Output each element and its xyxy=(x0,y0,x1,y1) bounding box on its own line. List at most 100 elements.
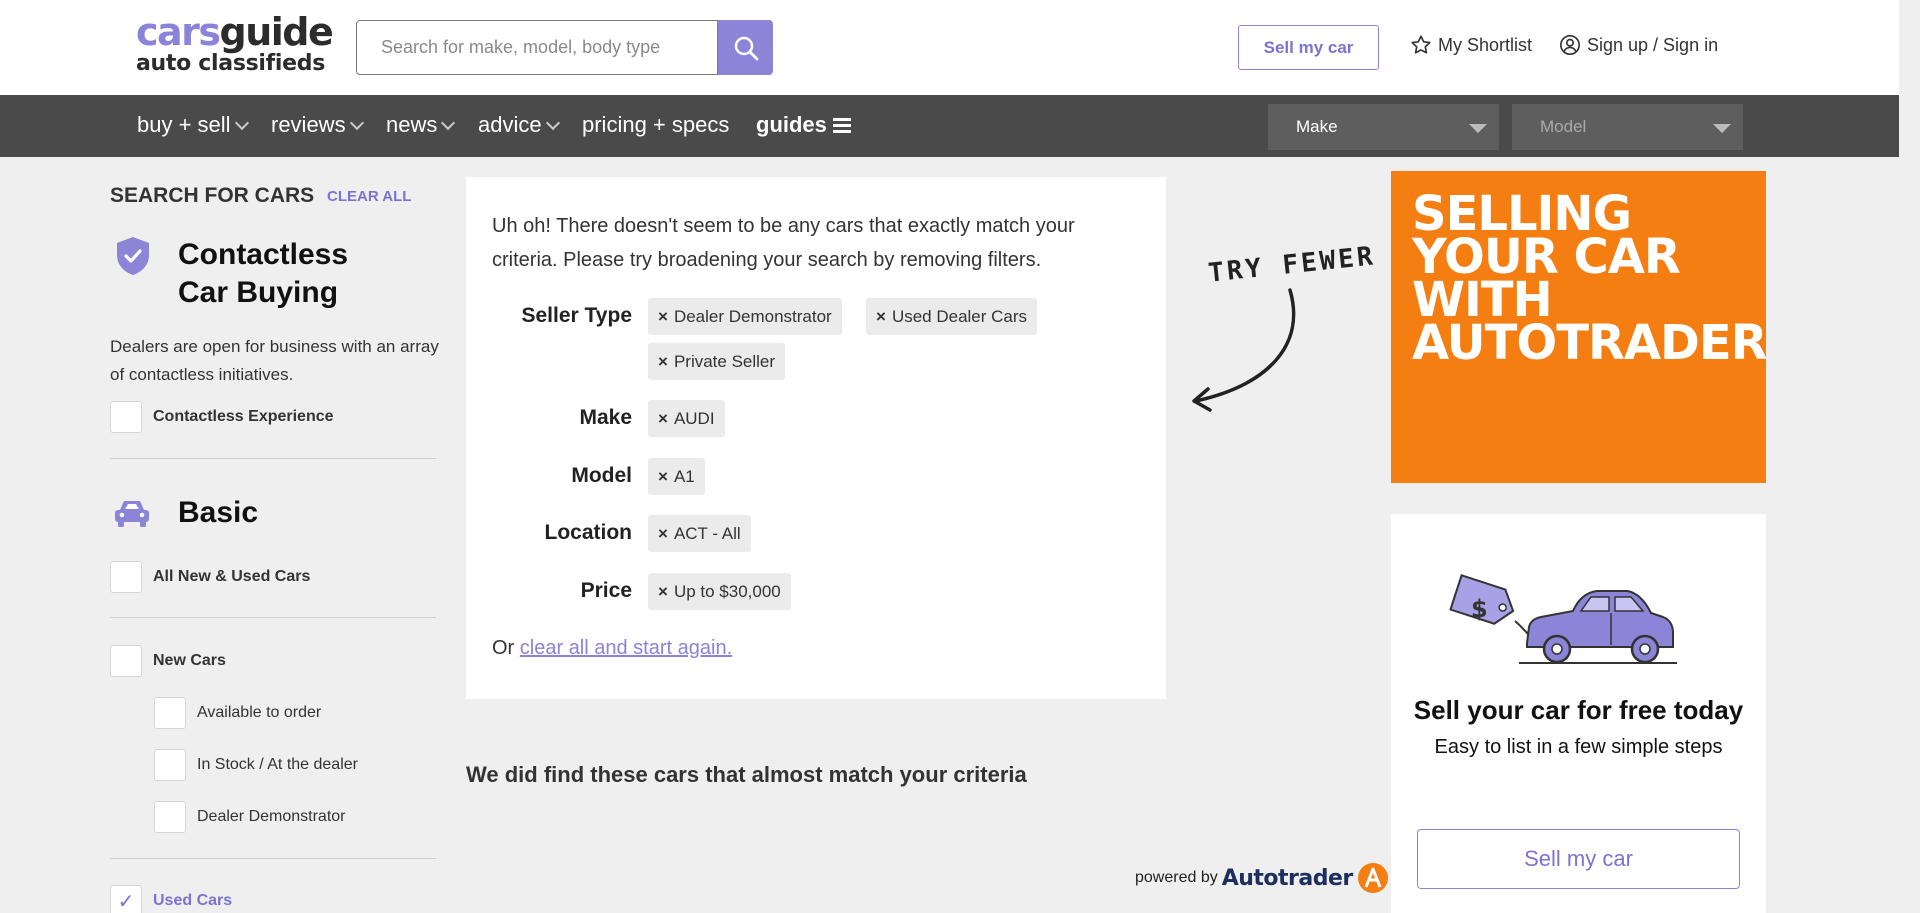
dealer-demonstrator-checkbox[interactable] xyxy=(154,801,186,833)
logo-cars-text: cars xyxy=(136,10,221,54)
checkmark-icon: ✓ xyxy=(117,890,135,913)
all-new-used-label: All New & Used Cars xyxy=(153,568,311,585)
clear-all-link[interactable]: CLEAR ALL xyxy=(327,188,411,205)
search-bar xyxy=(356,20,773,75)
all-new-used-option[interactable]: All New & Used Cars xyxy=(110,561,310,593)
site-header: carsguide auto classifieds Sell my car M… xyxy=(0,0,1899,95)
chip-label: Up to $30,000 xyxy=(673,581,781,601)
available-to-order-checkbox[interactable] xyxy=(154,697,186,729)
autotrader-logo-icon xyxy=(1357,863,1388,893)
or-text: Or xyxy=(492,637,515,659)
new-cars-checkbox[interactable] xyxy=(110,645,142,677)
contactless-experience-option[interactable]: Contactless Experience xyxy=(110,401,334,433)
remove-icon: × xyxy=(658,306,668,326)
clear-all-line: Or clear all and start again. xyxy=(492,637,732,660)
sell-my-car-button[interactable]: Sell my car xyxy=(1417,829,1740,889)
seller-type-label: Seller Type xyxy=(521,304,633,327)
used-cars-label: Used Cars xyxy=(153,892,233,909)
all-new-used-checkbox[interactable] xyxy=(110,561,142,593)
chevron-down-icon xyxy=(234,115,249,130)
price-label: Price xyxy=(580,579,632,602)
ad-text: SELLING YOUR CAR WITH AUTOTRADER xyxy=(1412,186,1768,371)
dealer-demonstrator-label: Dealer Demonstrator xyxy=(197,808,346,825)
nav-reviews-label: reviews xyxy=(271,112,346,137)
nav-buy-sell[interactable]: buy + sell xyxy=(137,112,249,138)
contactless-experience-label: Contactless Experience xyxy=(153,408,334,425)
used-cars-option[interactable]: ✓ Used Cars xyxy=(110,885,232,913)
available-to-order-option[interactable]: Available to order xyxy=(154,697,321,729)
available-to-order-label: Available to order xyxy=(197,704,322,721)
search-icon xyxy=(734,36,758,60)
dollar-sign: $ xyxy=(1471,595,1488,623)
nav-reviews[interactable]: reviews xyxy=(271,112,364,138)
filter-chip-dealer-demonstrator[interactable]: × Dealer Demonstrator xyxy=(648,298,842,335)
location-label: Location xyxy=(544,521,633,544)
curved-arrow-icon xyxy=(1192,288,1296,412)
search-input[interactable] xyxy=(356,20,718,75)
model-select-value: Model xyxy=(1540,117,1587,136)
remove-icon: × xyxy=(658,408,668,428)
contactless-heading-line1: Contactless xyxy=(178,238,349,271)
filter-chip-location[interactable]: × ACT - All xyxy=(648,515,751,552)
nav-advice-label: advice xyxy=(478,112,542,137)
in-stock-label: In Stock / At the dealer xyxy=(197,756,358,773)
carsguide-logo[interactable]: carsguide auto classifieds xyxy=(136,13,334,78)
remove-icon: × xyxy=(658,581,668,601)
in-stock-option[interactable]: In Stock / At the dealer xyxy=(154,749,358,781)
my-shortlist-link[interactable]: My Shortlist xyxy=(1410,34,1532,56)
remove-icon: × xyxy=(658,523,668,543)
star-icon xyxy=(1411,35,1431,54)
nav-guides[interactable]: guides xyxy=(756,112,851,138)
user-icon xyxy=(1560,35,1580,55)
clear-all-start-again-link[interactable]: clear all and start again. xyxy=(520,637,732,659)
nav-advice[interactable]: advice xyxy=(478,112,560,138)
chip-label: Used Dealer Cars xyxy=(891,306,1028,326)
sell-my-car-header-button[interactable]: Sell my car xyxy=(1238,25,1379,70)
logo-subtitle: auto classifieds xyxy=(136,51,326,76)
chip-label: Dealer Demonstrator xyxy=(673,306,832,326)
contactless-experience-checkbox[interactable] xyxy=(110,401,142,433)
shield-check-icon xyxy=(117,237,149,275)
filter-chip-make[interactable]: × AUDI xyxy=(648,400,725,437)
filter-chip-used-dealer-cars[interactable]: × Used Dealer Cars xyxy=(866,298,1038,335)
in-stock-checkbox[interactable] xyxy=(154,749,186,781)
chip-label: ACT - All xyxy=(673,523,741,543)
sign-in-link[interactable]: Sign up / Sign in xyxy=(1559,34,1718,56)
new-cars-option[interactable]: New Cars xyxy=(110,645,226,677)
remove-icon: × xyxy=(658,351,668,371)
nav-pricing-specs[interactable]: pricing + specs xyxy=(582,112,729,138)
autotrader-ad-banner[interactable]: SELLING YOUR CAR WITH AUTOTRADER xyxy=(1391,171,1768,483)
chevron-down-icon xyxy=(349,115,364,130)
remove-icon: × xyxy=(876,306,886,326)
chevron-down-icon xyxy=(545,115,560,130)
menu-icon xyxy=(832,115,851,136)
model-select[interactable]: Model xyxy=(1512,104,1743,150)
filter-chip-price[interactable]: × Up to $30,000 xyxy=(648,573,791,610)
powered-by-text: powered by xyxy=(1135,869,1218,886)
make-label: Make xyxy=(579,406,632,429)
remove-icon: × xyxy=(658,466,668,486)
make-select[interactable]: Make xyxy=(1268,104,1499,150)
chip-label: Private Seller xyxy=(673,351,776,371)
contactless-description: Dealers are open for business with an ar… xyxy=(110,337,439,384)
filter-chip-model[interactable]: × A1 xyxy=(648,458,705,495)
dropdown-arrow-icon xyxy=(1469,124,1487,133)
basic-heading: Basic xyxy=(178,496,259,529)
try-fewer-annotation: TRY FEWER xyxy=(1206,241,1377,289)
sidebar-divider xyxy=(110,458,436,459)
dealer-demonstrator-option[interactable]: Dealer Demonstrator xyxy=(154,801,346,833)
search-button[interactable] xyxy=(718,20,773,75)
contactless-heading: Contactless Car Buying xyxy=(178,236,348,312)
used-cars-checkbox[interactable]: ✓ xyxy=(110,885,142,913)
nav-news[interactable]: news xyxy=(386,112,456,138)
no-results-message: Uh oh! There doesn't seem to be any cars… xyxy=(492,215,1075,271)
no-results-panel: Uh oh! There doesn't seem to be any cars… xyxy=(466,177,1166,699)
car-icon xyxy=(115,501,149,527)
chip-label: AUDI xyxy=(673,408,715,428)
chip-label: A1 xyxy=(673,466,695,486)
sign-in-label: Sign up / Sign in xyxy=(1587,34,1719,55)
filter-chip-private-seller[interactable]: × Private Seller xyxy=(648,343,786,380)
shortlist-label: My Shortlist xyxy=(1438,34,1533,55)
nav-pricing-label: pricing + specs xyxy=(582,112,730,137)
powered-by-autotrader: powered by Autotrader xyxy=(1135,862,1389,894)
